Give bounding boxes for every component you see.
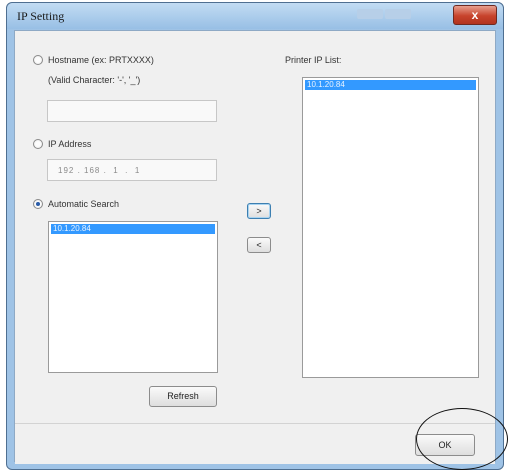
ip-setting-window: IP Setting x Hostname (ex: PRTXXXX) (Val… (6, 2, 504, 470)
ip-address-radio[interactable] (33, 139, 43, 149)
hostname-radio-row[interactable]: Hostname (ex: PRTXXXX) (33, 55, 154, 65)
hostname-input[interactable] (47, 100, 217, 122)
automatic-search-radio[interactable] (33, 199, 43, 209)
remove-from-list-button[interactable]: < (247, 237, 271, 253)
automatic-search-label: Automatic Search (48, 199, 120, 209)
close-icon: x (471, 8, 479, 22)
minimize-button[interactable] (357, 9, 383, 19)
dialog-body: Hostname (ex: PRTXXXX) (Valid Character:… (14, 30, 496, 464)
automatic-search-radio-row[interactable]: Automatic Search (33, 199, 119, 209)
ip-address-radio-row[interactable]: IP Address (33, 139, 91, 149)
list-item[interactable]: 10.1.20.84 (305, 80, 476, 90)
search-results-list[interactable]: 10.1.20.84 (48, 221, 218, 373)
ip-address-input[interactable]: 192 . 168 . 1 . 1 (47, 159, 217, 181)
highlight-circle (416, 408, 508, 470)
valid-characters-label: (Valid Character: '-', '_') (48, 75, 141, 85)
close-button[interactable]: x (453, 5, 497, 25)
printer-ip-list[interactable]: 10.1.20.84 (302, 77, 479, 378)
maximize-button[interactable] (385, 9, 411, 19)
printer-ip-list-label: Printer IP List: (285, 55, 342, 65)
refresh-button[interactable]: Refresh (149, 386, 217, 407)
window-title: IP Setting (17, 9, 65, 23)
add-to-list-button[interactable]: > (247, 203, 271, 219)
hostname-radio[interactable] (33, 55, 43, 65)
ip-address-value: 192 . 168 . 1 . 1 (58, 166, 141, 175)
ip-address-label: IP Address (48, 139, 92, 149)
title-bar[interactable]: IP Setting x (7, 3, 503, 29)
list-item[interactable]: 10.1.20.84 (51, 224, 215, 234)
hostname-label: Hostname (ex: PRTXXXX) (48, 55, 154, 65)
